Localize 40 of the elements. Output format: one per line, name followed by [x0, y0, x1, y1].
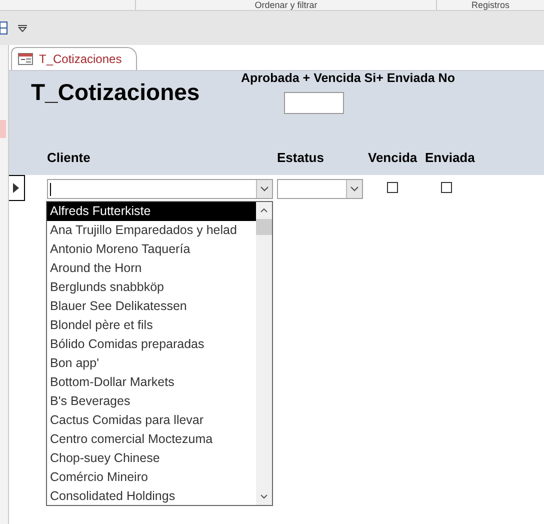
list-item[interactable]: Antonio Moreno Taquería	[47, 240, 256, 259]
record-selector[interactable]	[9, 175, 25, 201]
document-tab[interactable]: T_Cotizaciones	[11, 47, 137, 70]
scrollbar[interactable]	[256, 202, 272, 505]
list-item[interactable]: Alfreds Futterkiste	[47, 202, 256, 221]
table-icon[interactable]	[0, 21, 8, 35]
filter-field[interactable]	[284, 92, 344, 114]
checkbox[interactable]	[387, 182, 398, 193]
list-item[interactable]: B's Beverages	[47, 392, 256, 411]
list-item[interactable]: Consolidated Holdings	[47, 487, 256, 505]
list-item[interactable]: Bottom-Dollar Markets	[47, 373, 256, 392]
navigation-pane-marker	[0, 120, 6, 138]
list-item[interactable]: Chop-suey Chinese	[47, 449, 256, 468]
form-title: T_Cotizaciones	[31, 79, 200, 106]
ribbon-group-label: Ordenar y filtrar	[135, 0, 436, 10]
list-item[interactable]: Comércio Mineiro	[47, 468, 256, 487]
form-icon	[18, 53, 33, 65]
list-item[interactable]: Blondel père et fils	[47, 316, 256, 335]
list-item[interactable]: Berglunds snabbköp	[47, 278, 256, 297]
status-combo-box[interactable]	[277, 179, 363, 199]
checkbox[interactable]	[441, 182, 452, 193]
current-record-icon	[13, 183, 19, 193]
column-header: Enviada	[425, 150, 475, 165]
list-item[interactable]: Ana Trujillo Emparedados y helad	[47, 221, 256, 240]
customize-toolbar-icon[interactable]	[18, 24, 27, 32]
list-item[interactable]: Around the Horn	[47, 259, 256, 278]
column-header: Estatus	[277, 150, 324, 165]
list-item[interactable]: Bon app'	[47, 354, 256, 373]
scroll-up-icon[interactable]	[260, 208, 268, 213]
client-combo-box[interactable]	[47, 179, 273, 199]
filter-label: Aprobada + Vencida Si+ Enviada No	[241, 71, 455, 85]
column-header: Cliente	[47, 150, 90, 165]
list-item[interactable]: Centro comercial Moctezuma	[47, 430, 256, 449]
scroll-thumb[interactable]	[256, 219, 272, 235]
scroll-down-icon[interactable]	[260, 494, 268, 499]
list-item[interactable]: Blauer See Delikatessen	[47, 297, 256, 316]
column-header: Vencida	[368, 150, 418, 165]
list-item[interactable]: Bólido Comidas preparadas	[47, 335, 256, 354]
ribbon-group-label: Registros	[436, 0, 544, 10]
list-item[interactable]: Cactus Comidas para llevar	[47, 411, 256, 430]
